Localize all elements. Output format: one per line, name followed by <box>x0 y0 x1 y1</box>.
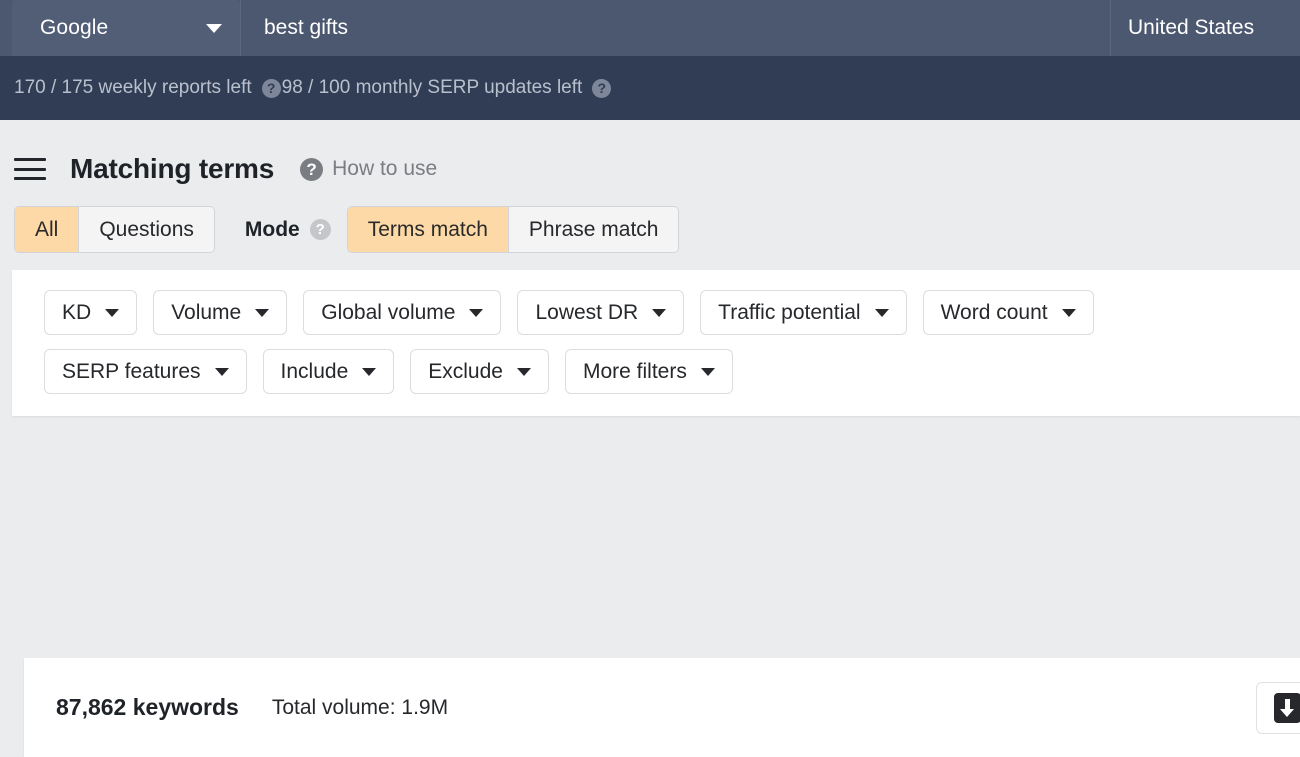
hamburger-icon[interactable] <box>14 158 46 180</box>
search-divider-right <box>1110 0 1111 56</box>
results-summary-panel: 87,862 keywords Total volume: 1.9M <box>24 658 1300 757</box>
filter-volume[interactable]: Volume <box>153 290 287 335</box>
export-download-icon <box>1274 693 1300 723</box>
keyword-type-tabs: All Questions <box>14 206 215 253</box>
filter-lowest-dr-label: Lowest DR <box>535 301 638 325</box>
chevron-down-icon <box>206 24 222 33</box>
export-button[interactable] <box>1256 682 1300 734</box>
search-engine-label: Google <box>40 16 108 40</box>
weekly-reports-quota: 170 / 175 weekly reports left ? <box>14 77 282 99</box>
chevron-down-icon <box>362 368 376 376</box>
monthly-serp-quota-label: 98 / 100 monthly SERP updates left <box>282 77 583 99</box>
hamburger-line <box>14 158 46 161</box>
how-to-use-link[interactable]: ? How to use <box>300 157 437 181</box>
filters-panel: KD Volume Global volume Lowest DR Traffi… <box>12 270 1300 416</box>
filter-word-count[interactable]: Word count <box>923 290 1094 335</box>
filter-traffic-potential[interactable]: Traffic potential <box>700 290 906 335</box>
filter-lowest-dr[interactable]: Lowest DR <box>517 290 684 335</box>
chevron-down-icon <box>517 368 531 376</box>
tab-phrase-match[interactable]: Phrase match <box>509 207 679 252</box>
mode-help-icon[interactable]: ? <box>310 219 331 240</box>
country-selector[interactable]: United States <box>1128 0 1254 56</box>
chevron-down-icon <box>875 309 889 317</box>
filter-serp-features[interactable]: SERP features <box>44 349 247 394</box>
total-volume: Total volume: 1.9M <box>272 696 448 720</box>
chevron-down-icon <box>1062 309 1076 317</box>
filter-more-filters[interactable]: More filters <box>565 349 733 394</box>
filter-traffic-potential-label: Traffic potential <box>718 301 860 325</box>
filter-include-label: Include <box>281 360 349 384</box>
filter-kd[interactable]: KD <box>44 290 137 335</box>
filter-include[interactable]: Include <box>263 349 395 394</box>
tab-questions[interactable]: Questions <box>79 207 214 252</box>
page-title: Matching terms <box>70 153 274 185</box>
arrow-head <box>1280 709 1294 717</box>
filter-global-volume[interactable]: Global volume <box>303 290 501 335</box>
chevron-down-icon <box>701 368 715 376</box>
weekly-reports-help-icon[interactable]: ? <box>262 79 281 98</box>
match-mode-tabs: Terms match Phrase match <box>347 206 680 253</box>
search-query-input[interactable]: best gifts <box>264 0 348 56</box>
filter-global-volume-label: Global volume <box>321 301 455 325</box>
filter-word-count-label: Word count <box>941 301 1048 325</box>
question-mark-icon: ? <box>300 158 323 181</box>
mode-label: Mode <box>245 218 300 242</box>
filter-volume-label: Volume <box>171 301 241 325</box>
hamburger-line <box>14 168 46 171</box>
filter-kd-label: KD <box>62 301 91 325</box>
filter-exclude-label: Exclude <box>428 360 503 384</box>
top-navigation-bar: Google best gifts United States 170 / 17… <box>0 0 1300 120</box>
how-to-use-label: How to use <box>332 157 437 181</box>
chevron-down-icon <box>105 309 119 317</box>
weekly-reports-quota-label: 170 / 175 weekly reports left <box>14 77 252 99</box>
monthly-serp-help-icon[interactable]: ? <box>592 79 611 98</box>
chevron-down-icon <box>652 309 666 317</box>
filter-row-secondary: SERP features Include Exclude More filte… <box>44 349 1300 394</box>
quota-status-bar: 170 / 175 weekly reports left ? 98 / 100… <box>0 56 1300 120</box>
search-divider-left <box>240 0 241 56</box>
search-bar: Google best gifts United States <box>0 0 1300 56</box>
toggle-row: All Questions Mode ? Terms match Phrase … <box>0 206 1300 253</box>
search-engine-selector[interactable]: Google <box>12 0 240 56</box>
chevron-down-icon <box>469 309 483 317</box>
filter-exclude[interactable]: Exclude <box>410 349 549 394</box>
filter-row-primary: KD Volume Global volume Lowest DR Traffi… <box>44 290 1300 335</box>
chevron-down-icon <box>215 368 229 376</box>
page-header: Matching terms ? How to use <box>0 120 1300 180</box>
tab-all[interactable]: All <box>15 207 79 252</box>
filter-more-filters-label: More filters <box>583 360 687 384</box>
monthly-serp-quota: 98 / 100 monthly SERP updates left ? <box>282 77 613 99</box>
tab-terms-match[interactable]: Terms match <box>348 207 509 252</box>
hamburger-line <box>14 177 46 180</box>
filter-serp-features-label: SERP features <box>62 360 201 384</box>
page-body: Matching terms ? How to use All Question… <box>0 120 1300 637</box>
chevron-down-icon <box>255 309 269 317</box>
keyword-count: 87,862 keywords <box>56 694 239 721</box>
